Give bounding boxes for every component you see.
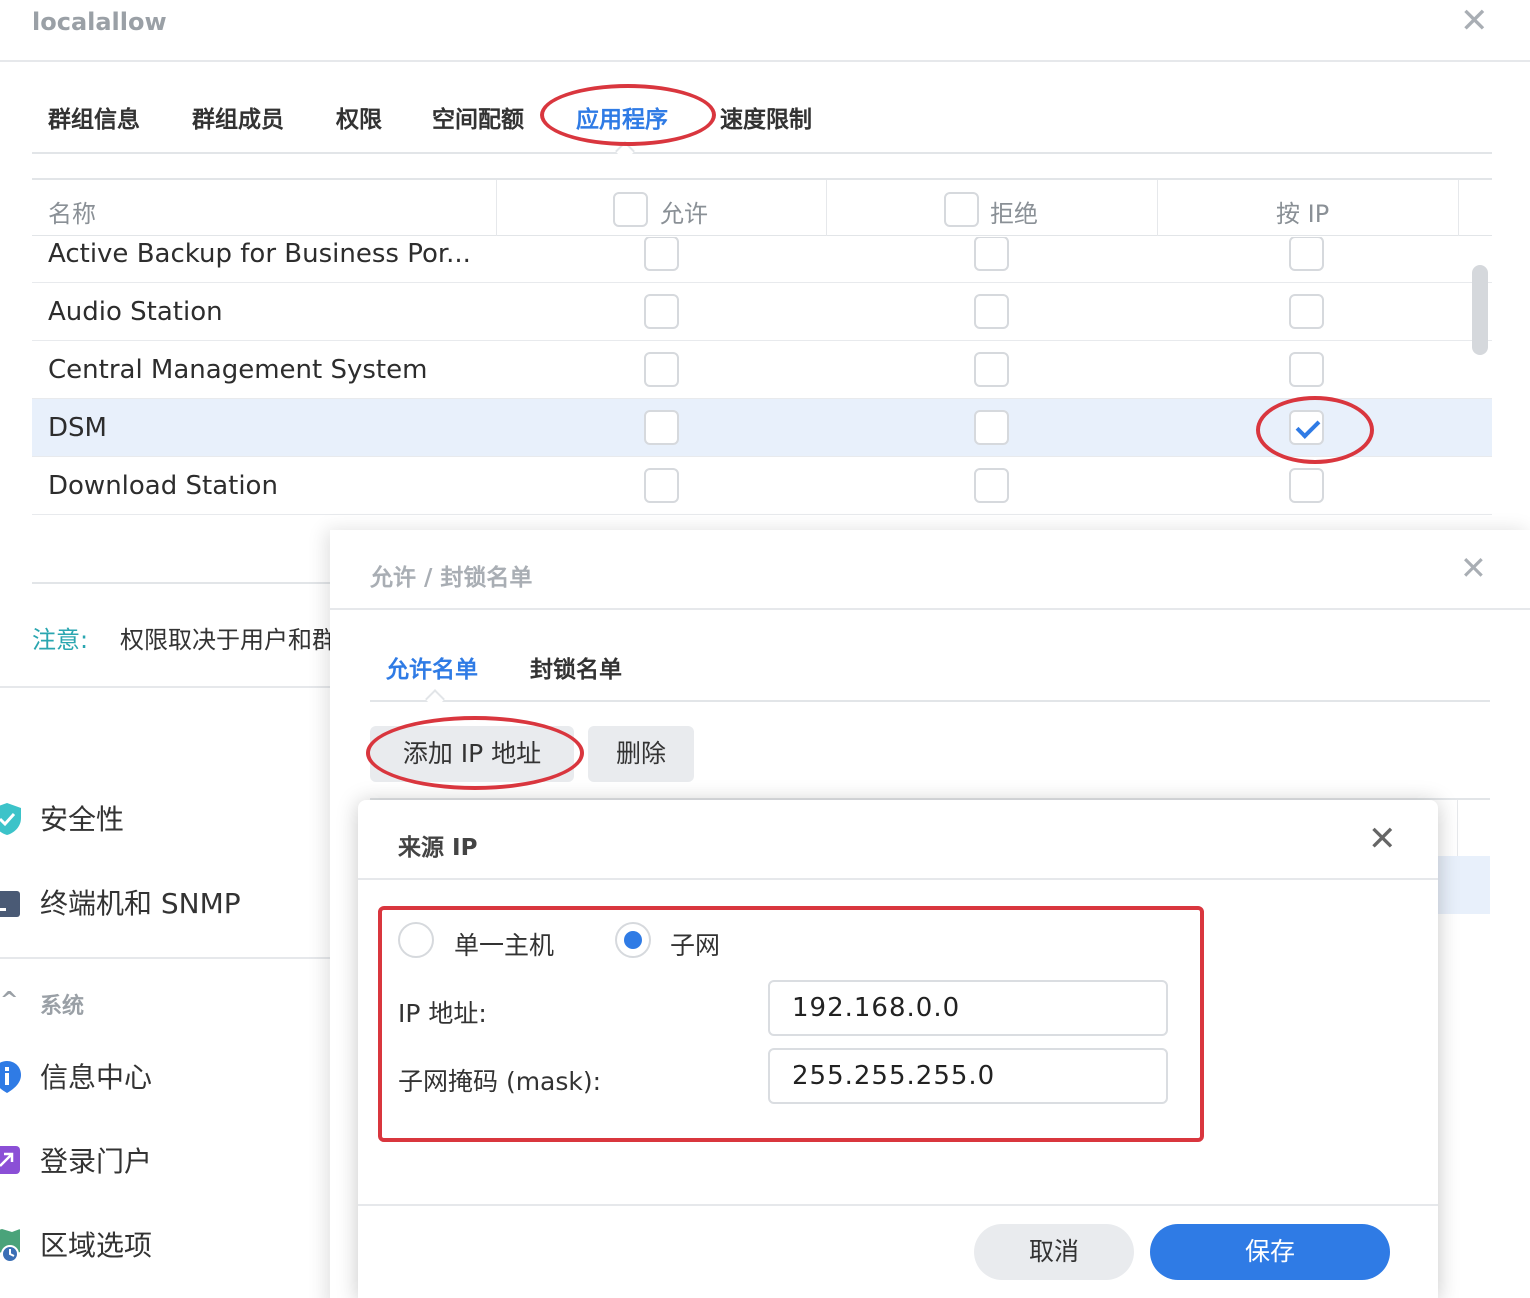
chevron-up-icon: ^ <box>0 988 19 1013</box>
save-button[interactable]: 保存 <box>1150 1224 1390 1280</box>
column-header-by-ip[interactable]: 按 IP <box>1276 194 1329 229</box>
list-header-separator <box>1457 800 1458 856</box>
active-tab-caret <box>615 141 635 161</box>
dialog-title: 允许 / 封锁名单 <box>370 565 533 591</box>
subnet-mask-label: 子网掩码 (mask): <box>398 1067 602 1096</box>
list-item-selected[interactable] <box>1438 856 1490 914</box>
allow-checkbox[interactable] <box>644 410 679 445</box>
subnet-label[interactable]: 子网 <box>670 926 720 962</box>
region-icon <box>0 1229 20 1262</box>
app-name: Active Backup for Business Por... <box>48 239 471 269</box>
single-host-radio[interactable] <box>398 922 434 958</box>
note-text: 权限取决于用户和群组 <box>120 626 330 654</box>
footer-divider <box>0 686 332 688</box>
tabs-divider <box>370 700 1490 702</box>
deny-checkbox[interactable] <box>974 352 1009 387</box>
table-row-selected[interactable]: DSM <box>32 399 1492 457</box>
close-icon[interactable]: ✕ <box>1368 822 1397 856</box>
dialog-title-divider <box>358 878 1438 880</box>
note-divider <box>32 582 332 584</box>
header-deny-checkbox[interactable] <box>944 192 979 227</box>
allow-checkbox[interactable] <box>644 468 679 503</box>
app-name: Central Management System <box>48 355 428 385</box>
tab-allow-list[interactable]: 允许名单 <box>386 650 478 684</box>
add-ip-button[interactable]: 添加 IP 地址 <box>370 726 574 782</box>
sidebar-item-label: 安全性 <box>40 803 125 836</box>
terminal-icon <box>0 891 20 917</box>
sidebar-item-label: 终端机和 SNMP <box>40 887 241 920</box>
title-divider <box>0 60 1530 62</box>
table-row[interactable]: Active Backup for Business Por... <box>32 237 1492 283</box>
shield-icon <box>0 803 21 835</box>
by-ip-checkbox[interactable] <box>1289 237 1324 271</box>
active-tab-caret <box>425 689 445 709</box>
cancel-button[interactable]: 取消 <box>974 1224 1134 1280</box>
by-ip-checkbox-checked[interactable] <box>1289 410 1324 445</box>
dialog-title-divider <box>330 608 1530 610</box>
deny-checkbox[interactable] <box>974 294 1009 329</box>
allow-checkbox[interactable] <box>644 352 679 387</box>
grid-header <box>32 180 1492 236</box>
single-host-label[interactable]: 单一主机 <box>454 926 554 962</box>
info-icon <box>0 1061 21 1093</box>
by-ip-checkbox[interactable] <box>1289 352 1324 387</box>
delete-button[interactable]: 删除 <box>588 726 694 782</box>
sidebar-section-label: 系统 <box>40 994 85 1019</box>
subnet-radio[interactable] <box>615 922 651 958</box>
close-icon[interactable]: ✕ <box>1460 552 1487 584</box>
column-header-name[interactable]: 名称 <box>48 194 96 229</box>
tab-speed-limit[interactable]: 速度限制 <box>720 100 812 134</box>
column-header-deny: 拒绝 <box>990 200 1038 228</box>
tab-applications[interactable]: 应用程序 <box>576 100 668 134</box>
header-separator <box>826 180 827 236</box>
header-allow-checkbox[interactable] <box>613 192 648 227</box>
source-ip-dialog: 来源 IP ✕ 单一主机 子网 IP 地址: 192.168.0.0 子网掩码 … <box>358 800 1438 1298</box>
app-name: Audio Station <box>48 297 223 327</box>
checkmark-icon <box>1295 414 1321 439</box>
subnet-mask-input[interactable]: 255.255.255.0 <box>768 1048 1168 1104</box>
app-permission-grid: Active Backup for Business Por... Audio … <box>32 237 1492 525</box>
grid-scrollbar[interactable] <box>1472 265 1488 355</box>
table-row[interactable]: Download Station <box>32 457 1492 515</box>
allow-checkbox[interactable] <box>644 237 679 271</box>
tab-group-members[interactable]: 群组成员 <box>192 100 284 134</box>
by-ip-checkbox[interactable] <box>1289 468 1324 503</box>
sidebar-section-system[interactable]: ^ 系统 <box>0 988 84 1019</box>
ip-address-input[interactable]: 192.168.0.0 <box>768 980 1168 1036</box>
header-separator <box>1458 180 1459 236</box>
radio-selected-dot <box>624 931 642 949</box>
app-name: Download Station <box>48 471 278 501</box>
sidebar-item-label: 区域选项 <box>40 1229 153 1262</box>
sidebar-item-label: 信息中心 <box>40 1061 153 1094</box>
window-title: localallow <box>32 8 167 36</box>
note-label: 注意: <box>32 626 89 654</box>
column-header-allow: 允许 <box>660 200 708 228</box>
sidebar-item-label: 登录门户 <box>40 1145 153 1178</box>
tab-group-info[interactable]: 群组信息 <box>48 100 140 134</box>
window-close-icon[interactable]: ✕ <box>1460 4 1489 38</box>
by-ip-checkbox[interactable] <box>1289 294 1324 329</box>
header-separator <box>496 180 497 236</box>
tab-permissions[interactable]: 权限 <box>336 100 382 134</box>
table-row[interactable]: Central Management System <box>32 341 1492 399</box>
tab-block-list[interactable]: 封锁名单 <box>530 650 622 684</box>
tabs-divider <box>32 152 1492 154</box>
dialog-title: 来源 IP <box>398 835 478 861</box>
app-name: DSM <box>48 413 107 443</box>
deny-checkbox[interactable] <box>974 237 1009 271</box>
deny-checkbox[interactable] <box>974 468 1009 503</box>
dialog-footer-divider <box>358 1204 1438 1206</box>
table-row[interactable]: Audio Station <box>32 283 1492 341</box>
header-separator <box>1157 180 1158 236</box>
deny-checkbox[interactable] <box>974 410 1009 445</box>
sidebar-divider <box>0 957 330 959</box>
allow-checkbox[interactable] <box>644 294 679 329</box>
ip-address-label: IP 地址: <box>398 999 487 1028</box>
tab-quota[interactable]: 空间配额 <box>432 100 524 134</box>
portal-icon <box>0 1146 20 1174</box>
